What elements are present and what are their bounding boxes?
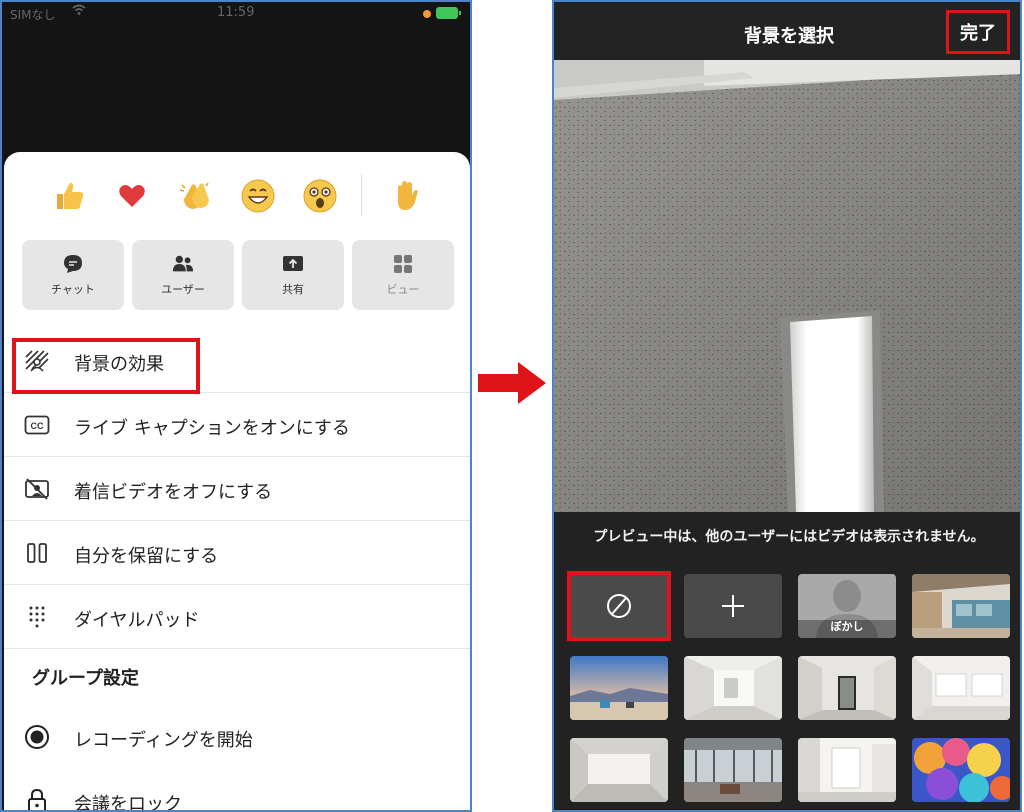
office-interior-option[interactable]	[912, 574, 1010, 638]
surprised-face-reaction-icon[interactable]	[300, 176, 340, 216]
lock-icon	[24, 788, 50, 810]
doorway-room-thumbnail	[798, 656, 896, 720]
blur-option[interactable]: ぼかし	[798, 574, 896, 638]
live-captions-label: ライブ キャプションをオンにする	[74, 418, 350, 439]
ceiling-preview-image	[554, 60, 1020, 512]
laughing-face-reaction-icon[interactable]	[238, 176, 278, 216]
beach-sunset-thumbnail	[570, 656, 668, 720]
right-phone-screen: 背景を選択 完了 プレビュー中は、他のユーザーにはビデオは表示されません。 ぼか…	[552, 0, 1022, 812]
recording-indicator-icon	[423, 10, 431, 18]
lock-meeting-label: 会議をロック	[74, 794, 182, 812]
chat-icon	[62, 253, 84, 275]
bright-room-thumbnail	[912, 656, 1010, 720]
camera-preview	[554, 60, 1020, 512]
dialpad-label: ダイヤルパッド	[74, 610, 200, 631]
hold-item[interactable]: 自分を保留にする	[4, 522, 470, 585]
gallery-walls-thumbnail	[798, 738, 896, 802]
battery-icon	[436, 7, 461, 19]
view-button[interactable]: ビュー	[352, 240, 454, 310]
incoming-video-off-item[interactable]: 着信ビデオをオフにする	[4, 458, 470, 521]
pause-icon	[24, 540, 50, 566]
no-background-highlight	[567, 571, 671, 641]
gallery-walls-option[interactable]	[798, 738, 896, 802]
chat-button-label: チャット	[51, 283, 95, 296]
add-background-option[interactable]	[684, 574, 782, 638]
glass-lobby-thumbnail	[684, 738, 782, 802]
record-icon	[24, 724, 50, 750]
white-room-option[interactable]	[684, 656, 782, 720]
people-button[interactable]: ユーザー	[132, 240, 234, 310]
clock-label: 11:59	[217, 5, 255, 20]
balloons-thumbnail	[912, 738, 1010, 802]
dialpad-icon	[24, 604, 50, 630]
raised-hand-icon[interactable]	[386, 176, 426, 216]
grid-icon	[392, 253, 414, 275]
group-settings-heading: グループ設定	[32, 668, 139, 689]
closed-caption-icon: CC	[24, 412, 50, 438]
white-room-thumbnail	[684, 656, 782, 720]
people-icon	[172, 253, 194, 275]
more-actions-sheet: チャット ユーザー 共有 ビュー 背景の効果 CC ライブ キャプションをオンに…	[4, 152, 470, 812]
carrier-label: SIMなし	[10, 8, 56, 22]
empty-hall-option[interactable]	[570, 738, 668, 802]
incoming-video-off-label: 着信ビデオをオフにする	[74, 482, 273, 503]
blur-option-label: ぼかし	[830, 620, 864, 633]
hold-label: 自分を保留にする	[74, 546, 219, 567]
office-interior-thumbnail	[912, 574, 1010, 638]
action-tiles: チャット ユーザー 共有 ビュー	[22, 240, 454, 312]
lock-meeting-item[interactable]: 会議をロック	[4, 770, 470, 812]
status-bar: SIMなし 11:59	[2, 2, 470, 24]
plus-icon	[684, 574, 782, 638]
thumbs-up-reaction-icon[interactable]	[50, 176, 90, 216]
svg-text:CC: CC	[31, 421, 44, 431]
chat-button[interactable]: チャット	[22, 240, 124, 310]
start-recording-item[interactable]: レコーディングを開始	[4, 706, 470, 769]
preview-notice: プレビュー中は、他のユーザーにはビデオは表示されません。	[593, 529, 985, 545]
people-button-label: ユーザー	[161, 283, 205, 296]
share-icon	[282, 253, 304, 275]
left-phone-screen: SIMなし 11:59 チャット ユーザー 共有 ビュー 背景の効果 CC ライ…	[0, 0, 472, 812]
reactions-bar	[4, 172, 470, 222]
start-recording-label: レコーディングを開始	[74, 730, 253, 751]
reactions-divider	[361, 174, 362, 216]
doorway-room-option[interactable]	[798, 656, 896, 720]
background-picker-header: 背景を選択 完了	[554, 2, 1020, 60]
share-button[interactable]: 共有	[242, 240, 344, 310]
dialpad-item[interactable]: ダイヤルパッド	[4, 586, 470, 649]
view-button-label: ビュー	[386, 283, 420, 296]
done-button[interactable]: 完了	[946, 10, 1010, 54]
heart-reaction-icon[interactable]	[112, 176, 152, 216]
clapping-hands-reaction-icon[interactable]	[176, 176, 216, 216]
empty-hall-thumbnail	[570, 738, 668, 802]
step-arrow-icon	[478, 362, 546, 404]
video-off-icon	[24, 476, 50, 502]
tutorial-canvas: SIMなし 11:59 チャット ユーザー 共有 ビュー 背景の効果 CC ライ…	[0, 0, 1024, 812]
live-captions-item[interactable]: CC ライブ キャプションをオンにする	[4, 394, 470, 457]
bright-room-option[interactable]	[912, 656, 1010, 720]
wifi-icon	[72, 4, 86, 19]
beach-sunset-option[interactable]	[570, 656, 668, 720]
background-effects-highlight	[12, 338, 200, 394]
glass-lobby-option[interactable]	[684, 738, 782, 802]
share-button-label: 共有	[282, 283, 304, 296]
balloons-option[interactable]	[912, 738, 1010, 802]
